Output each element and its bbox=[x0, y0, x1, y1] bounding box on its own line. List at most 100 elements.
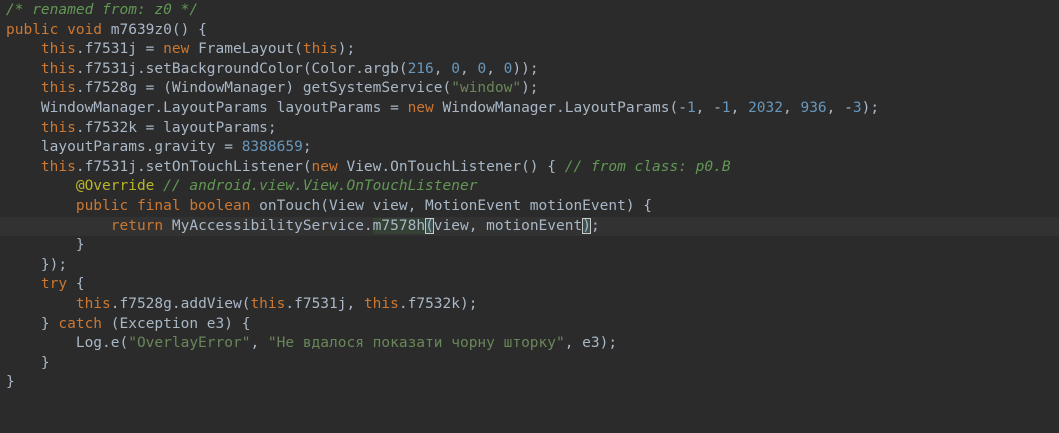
code-line[interactable]: Log.e("OverlayError", "Не вдалося показа… bbox=[0, 334, 1059, 354]
code-token: ); bbox=[337, 41, 356, 58]
code-token: .f7531j, bbox=[285, 295, 364, 312]
code-token: }); bbox=[6, 256, 68, 273]
code-token: "OverlayError" bbox=[128, 335, 251, 352]
code-token: , e3); bbox=[564, 335, 618, 352]
code-line[interactable]: } bbox=[0, 236, 1059, 256]
code-token: ) bbox=[582, 217, 591, 234]
code-token: View.OnTouchListener() { bbox=[346, 158, 565, 175]
code-token: .f7528g = (WindowManager) getSystemServi… bbox=[75, 80, 452, 97]
code-token: 936 bbox=[800, 99, 827, 116]
code-token: 216 bbox=[407, 60, 434, 77]
code-token: (Exception e3) { bbox=[110, 315, 251, 332]
code-line[interactable]: } bbox=[0, 354, 1059, 374]
code-token: new bbox=[311, 158, 347, 175]
code-token: } bbox=[6, 237, 85, 254]
code-token: Log.e( bbox=[6, 335, 129, 352]
code-line[interactable]: try { bbox=[0, 275, 1059, 295]
code-token: m7578h bbox=[372, 217, 426, 234]
code-token: ); bbox=[521, 80, 539, 97]
code-token: } bbox=[6, 315, 59, 332]
code-token: new bbox=[163, 41, 199, 58]
code-line[interactable]: WindowManager.LayoutParams layoutParams … bbox=[0, 99, 1059, 119]
code-token: .f7532k = layoutParams; bbox=[75, 119, 277, 136]
code-token: this bbox=[302, 41, 338, 58]
code-token: WindowManager.LayoutParams(- bbox=[442, 99, 687, 116]
code-line[interactable]: public final boolean onTouch(View view, … bbox=[0, 197, 1059, 217]
code-token: ( bbox=[425, 217, 434, 234]
code-editor[interactable]: /* renamed from: z0 */ public void m7639z… bbox=[0, 0, 1059, 433]
code-token: this bbox=[40, 119, 76, 136]
code-token: try bbox=[40, 276, 76, 293]
code-token: @Override bbox=[75, 178, 164, 195]
code-token: ; bbox=[590, 217, 600, 234]
code-token: .f7531j.setOnTouchListener( bbox=[75, 158, 312, 175]
code-token: 1 bbox=[686, 99, 696, 116]
code-token: this bbox=[363, 295, 399, 312]
code-line[interactable]: this.f7531j = new FrameLayout(this); bbox=[0, 40, 1059, 60]
code-token: layoutParams.gravity = bbox=[6, 139, 242, 156]
code-token: view, motionEvent bbox=[433, 217, 583, 234]
code-token: catch bbox=[58, 315, 111, 332]
code-token: return bbox=[110, 217, 172, 234]
code-token: this bbox=[40, 158, 76, 175]
code-token: this bbox=[40, 80, 76, 97]
code-line[interactable]: } catch (Exception e3) { bbox=[0, 315, 1059, 335]
code-token: // from class: p0.B bbox=[564, 158, 731, 175]
code-token: , bbox=[730, 99, 749, 116]
code-token: this bbox=[250, 295, 286, 312]
code-token: , bbox=[433, 60, 452, 77]
code-line[interactable]: public void m7639z0() { bbox=[0, 21, 1059, 41]
code-token: onTouch(View view, MotionEvent motionEve… bbox=[259, 197, 653, 214]
code-token: "window" bbox=[451, 80, 522, 97]
code-line[interactable]: this.f7528g.addView(this.f7531j, this.f7… bbox=[0, 295, 1059, 315]
code-line[interactable]: this.f7531j.setBackgroundColor(Color.arg… bbox=[0, 60, 1059, 80]
code-token: } bbox=[6, 374, 15, 391]
code-token: , bbox=[459, 60, 478, 77]
code-token: 0 bbox=[451, 60, 460, 77]
code-token: MyAccessibilityService. bbox=[171, 217, 373, 234]
code-token: .f7528g.addView( bbox=[110, 295, 251, 312]
code-token: , bbox=[250, 335, 268, 352]
code-token: 2032 bbox=[748, 99, 783, 116]
code-token: )); bbox=[512, 60, 539, 77]
code-token: "Не вдалося показати чорну шторку" bbox=[267, 335, 565, 352]
code-token: .f7532k); bbox=[398, 295, 478, 312]
code-line[interactable]: } bbox=[0, 373, 1059, 393]
code-token: this bbox=[40, 60, 76, 77]
code-token: 1 bbox=[721, 99, 731, 116]
code-token: ); bbox=[861, 99, 880, 116]
code-line[interactable]: this.f7531j.setOnTouchListener(new View.… bbox=[0, 158, 1059, 178]
code-line[interactable]: }); bbox=[0, 256, 1059, 276]
code-line[interactable]: layoutParams.gravity = 8388659; bbox=[0, 138, 1059, 158]
code-line-current[interactable]: return MyAccessibilityService.m7578h(vie… bbox=[0, 216, 1059, 237]
code-line[interactable]: /* renamed from: z0 */ bbox=[0, 1, 1059, 21]
code-token: // android.view.View.OnTouchListener bbox=[163, 178, 478, 195]
code-token: .f7531j.setBackgroundColor(Color.argb( bbox=[75, 60, 408, 77]
code-line[interactable]: @Override // android.view.View.OnTouchLi… bbox=[0, 177, 1059, 197]
code-token: public void bbox=[6, 21, 111, 38]
code-token: this bbox=[75, 295, 111, 312]
code-token: .f7531j = bbox=[75, 41, 164, 58]
code-token: ; bbox=[302, 139, 312, 156]
code-token: public final boolean bbox=[75, 197, 260, 214]
code-line[interactable]: this.f7528g = (WindowManager) getSystemS… bbox=[0, 79, 1059, 99]
code-token: , bbox=[486, 60, 504, 77]
code-token: 0 bbox=[477, 60, 487, 77]
code-token: this bbox=[40, 41, 76, 58]
code-token: { bbox=[75, 276, 85, 293]
code-token: } bbox=[6, 354, 50, 371]
code-token: , - bbox=[695, 99, 722, 116]
code-line[interactable]: this.f7532k = layoutParams; bbox=[0, 119, 1059, 139]
code-token: WindowManager.LayoutParams layoutParams … bbox=[6, 99, 408, 116]
code-token: FrameLayout( bbox=[198, 41, 303, 58]
